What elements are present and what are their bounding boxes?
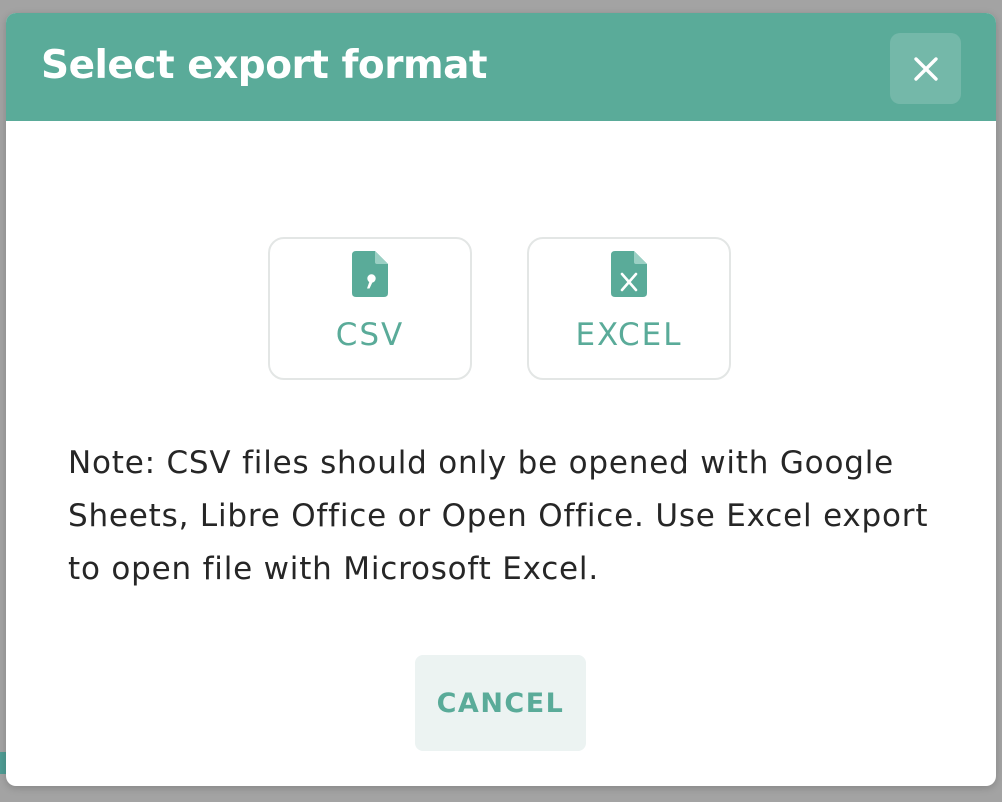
cancel-label: CANCEL	[436, 687, 565, 719]
dialog-title: Select export format	[41, 43, 488, 88]
excel-file-icon	[611, 251, 647, 297]
export-note: Note: CSV files should only be opened wi…	[68, 445, 929, 587]
dialog-header: Select export format	[6, 13, 996, 121]
close-button[interactable]	[890, 33, 961, 104]
close-icon	[913, 56, 938, 81]
csv-label: CSV	[335, 317, 405, 353]
excel-export-button[interactable]: EXCEL	[527, 237, 731, 380]
background-element	[996, 652, 1002, 676]
export-dialog: Select export format CSV EXCEL Note: CSV…	[6, 13, 996, 786]
csv-export-button[interactable]: CSV	[268, 237, 472, 380]
csv-file-icon	[352, 251, 388, 297]
excel-label: EXCEL	[575, 317, 683, 353]
cancel-button[interactable]: CANCEL	[415, 655, 586, 751]
